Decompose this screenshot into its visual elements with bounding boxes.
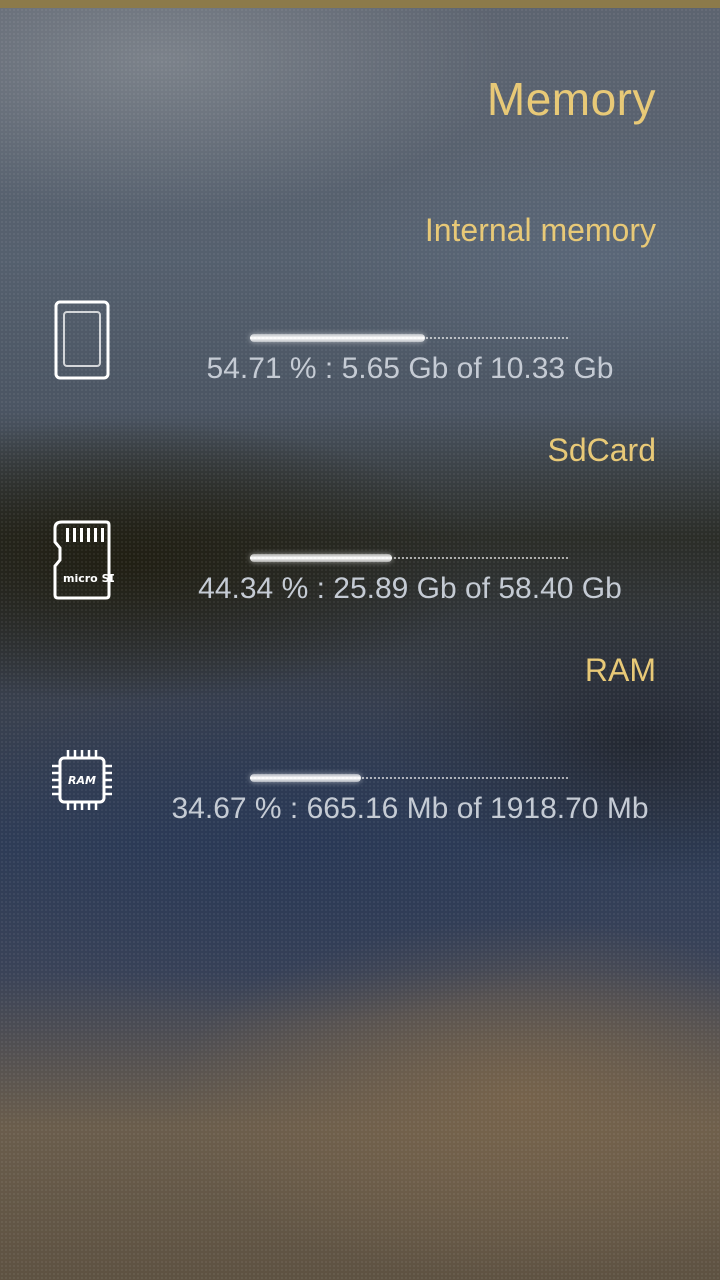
usage-bar-fill [250,334,426,342]
svg-text:RAM: RAM [68,774,96,787]
ram-usage-bar [250,773,570,783]
background-texture [0,0,720,1280]
section-header-ram: RAM [584,652,656,688]
top-accent-bar [0,0,720,8]
ram-stat: 34.67 % : 665.16 Mb of 1918.70 Mb [171,792,649,825]
internal-memory-usage-bar [250,333,570,343]
page-title: Memory [486,73,656,125]
internal-memory-stat: 54.71 % : 5.65 Gb of 10.33 Gb [206,352,614,385]
usage-bar-fill [250,554,392,562]
section-header-internal-memory: Internal memory [424,212,656,248]
sdcard-stat: 44.34 % : 25.89 Gb of 58.40 Gb [198,572,622,605]
usage-bar-fill [250,774,361,782]
sdcard-usage-bar [250,553,570,563]
section-header-sdcard: SdCard [547,432,657,468]
